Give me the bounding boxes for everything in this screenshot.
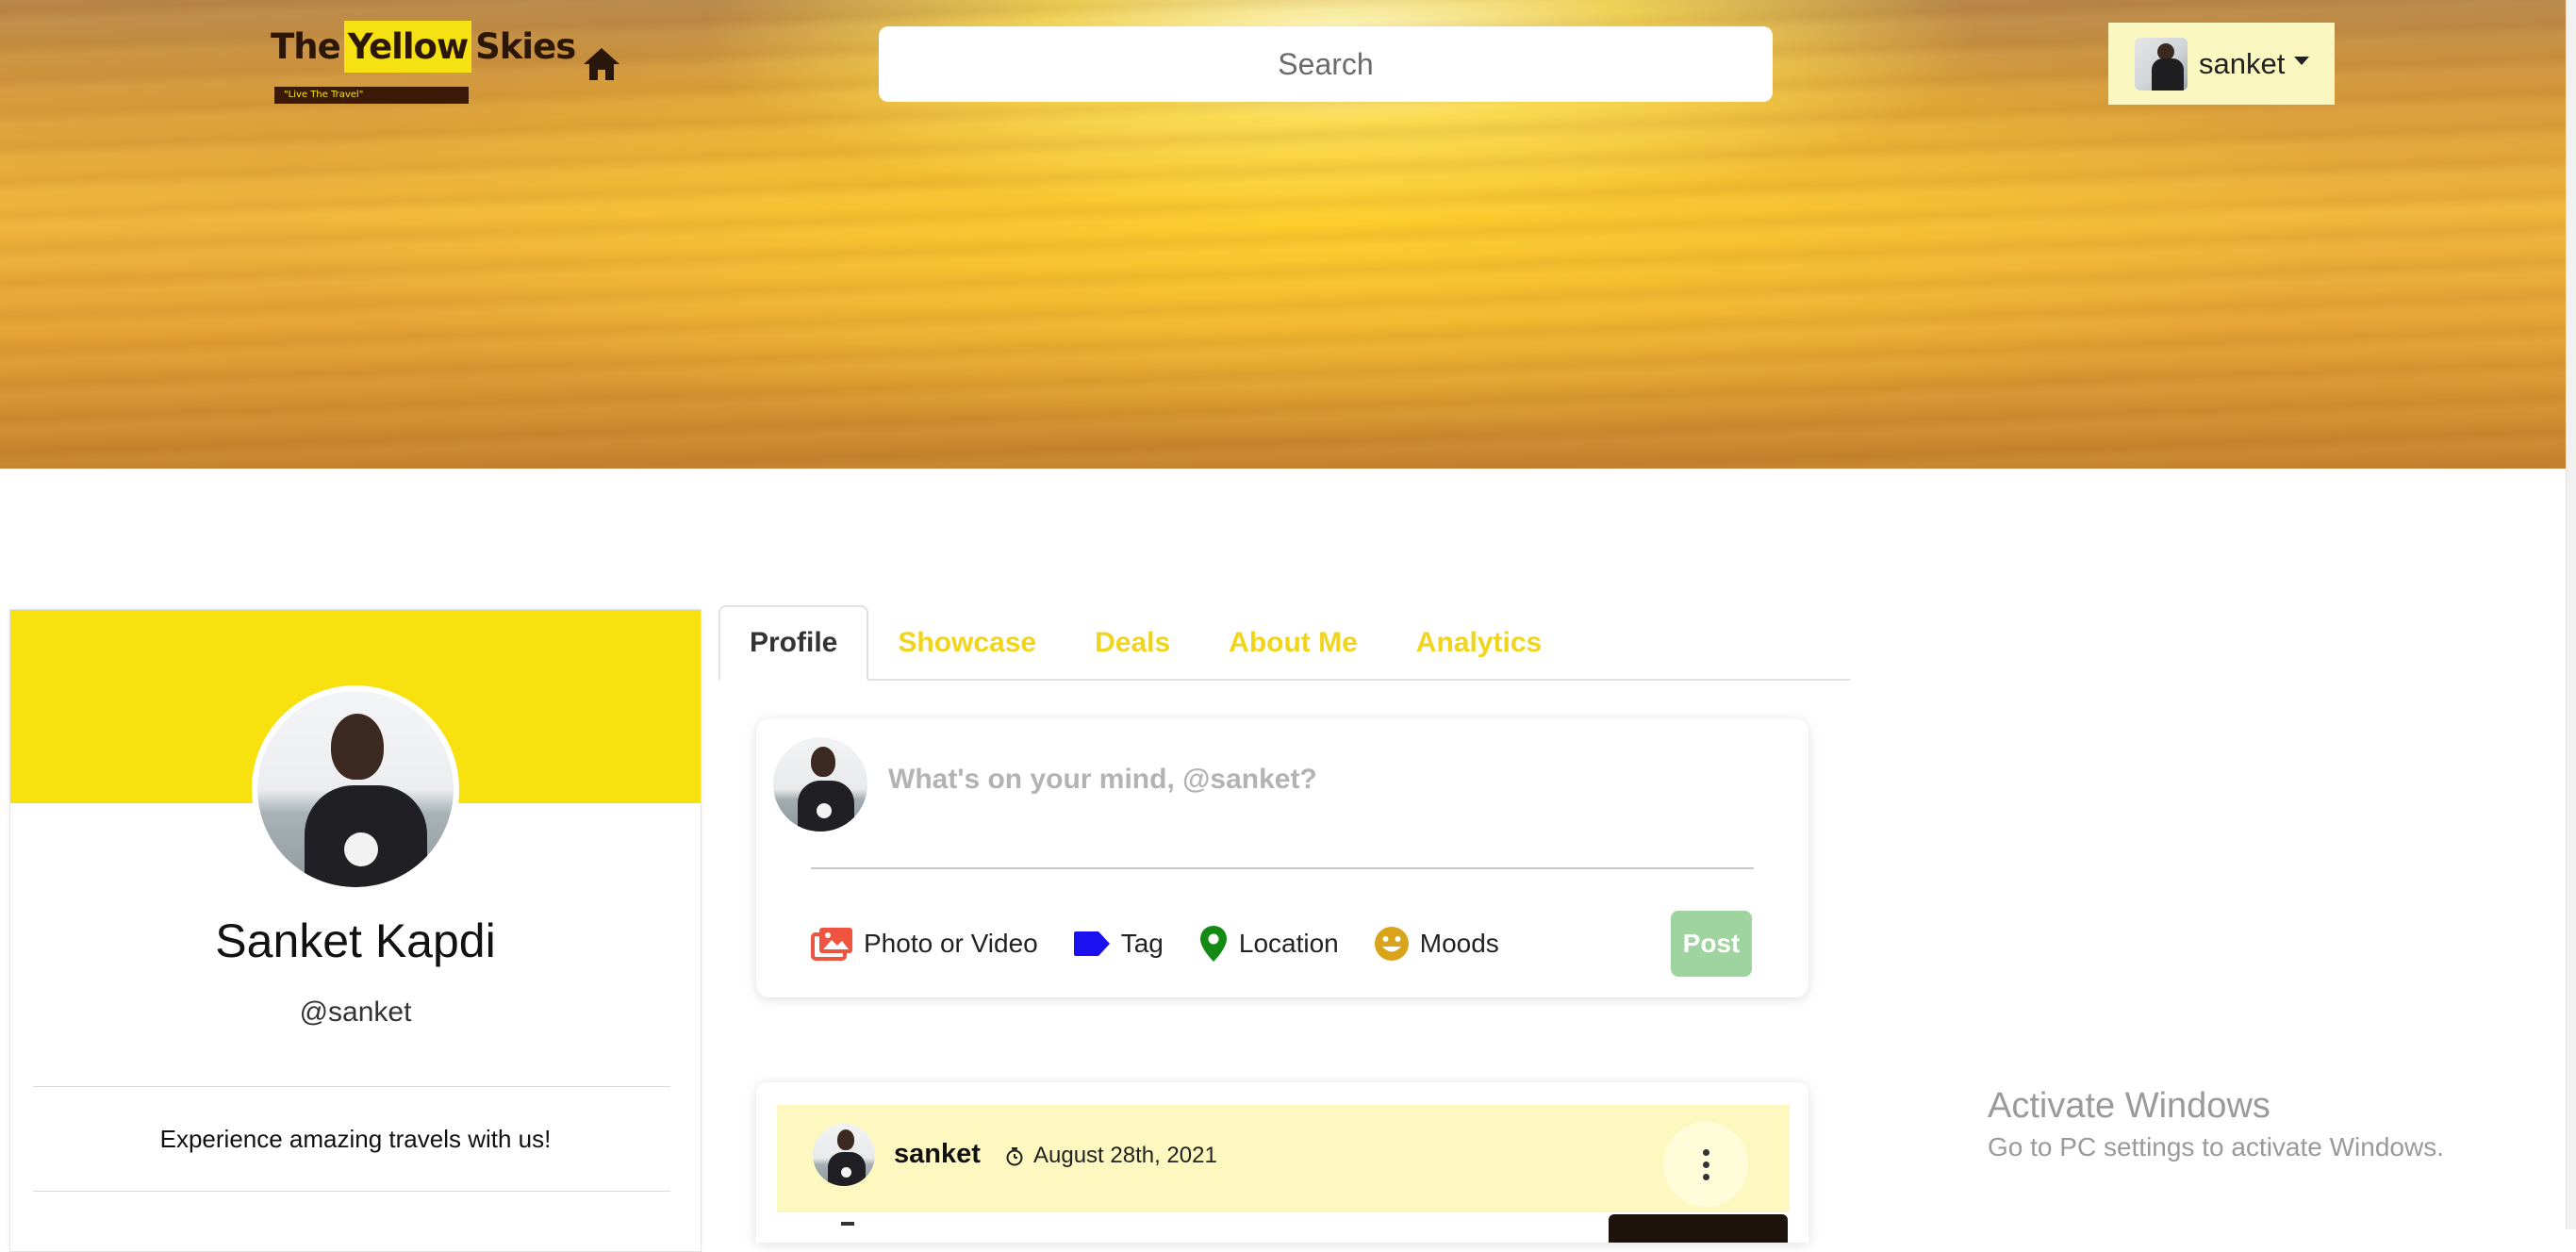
- profile-full-name: Sanket Kapdi: [215, 914, 496, 967]
- photo-video-button[interactable]: Photo or Video: [811, 925, 1038, 963]
- caret-down-icon: [2294, 57, 2310, 65]
- composer-actions: Photo or Video Tag Location Moods: [811, 924, 1533, 964]
- watermark-subtitle: Go to PC settings to activate Windows.: [1988, 1132, 2444, 1161]
- home-icon[interactable]: [582, 45, 621, 83]
- watermark-title: Activate Windows: [1988, 1086, 2271, 1126]
- more-vertical-icon[interactable]: [1663, 1122, 1748, 1207]
- profile-card: Sanket Kapdi @sanket Experience amazing …: [9, 609, 702, 1252]
- avatar: [773, 737, 867, 832]
- divider: [811, 867, 1754, 869]
- tab-analytics[interactable]: Analytics: [1387, 605, 1571, 681]
- composer-prompt-input[interactable]: What's on your mind, @sanket?: [888, 764, 1317, 796]
- post-username[interactable]: sanket: [894, 1139, 981, 1170]
- user-menu-username: sanket: [2199, 46, 2286, 80]
- avatar[interactable]: [813, 1124, 875, 1186]
- post-card: sanket August 28th, 2021: [756, 1082, 1808, 1243]
- page-scrollbar[interactable]: [2566, 0, 2576, 1229]
- location-label: Location: [1238, 929, 1339, 958]
- tab-about-me[interactable]: About Me: [1199, 605, 1387, 681]
- post-composer: What's on your mind, @sanket? Photo or V…: [756, 718, 1808, 997]
- moods-label: Moods: [1419, 929, 1499, 958]
- post-header: sanket August 28th, 2021: [777, 1105, 1790, 1212]
- tab-showcase[interactable]: Showcase: [868, 605, 1065, 681]
- search-input[interactable]: [879, 26, 1773, 102]
- moods-button[interactable]: Moods: [1373, 925, 1499, 963]
- post-button[interactable]: Post: [1671, 911, 1752, 977]
- site-logo[interactable]: The Yellow Skies "Live The Travel": [271, 8, 576, 104]
- post-action-button[interactable]: [1609, 1214, 1788, 1243]
- profile-handle: @sanket: [299, 997, 412, 1028]
- tab-deals[interactable]: Deals: [1065, 605, 1199, 681]
- tag-button[interactable]: Tag: [1072, 929, 1164, 959]
- location-button[interactable]: Location: [1197, 924, 1339, 964]
- avatar: [2135, 37, 2188, 91]
- location-pin-icon: [1199, 926, 1227, 962]
- post-date: August 28th, 2021: [1033, 1143, 1217, 1168]
- clock-icon: [1006, 1147, 1023, 1166]
- logo-wordmark: The Yellow Skies: [271, 8, 576, 85]
- logo-word-the: The: [271, 25, 341, 67]
- user-menu-dropdown[interactable]: sanket: [2108, 23, 2335, 105]
- smiley-icon: [1374, 927, 1409, 961]
- divider: [33, 1191, 670, 1192]
- divider: [33, 1086, 670, 1087]
- photo-video-label: Photo or Video: [864, 929, 1038, 958]
- profile-bio: Experience amazing travels with us!: [159, 1125, 552, 1153]
- tab-profile[interactable]: Profile: [718, 605, 869, 681]
- logo-word-yellow: Yellow: [343, 20, 472, 73]
- post-content-fragment: [841, 1222, 854, 1226]
- tag-label: Tag: [1120, 929, 1164, 958]
- activate-windows-watermark: Activate Windows Go to PC settings to ac…: [1988, 1086, 2444, 1162]
- photo-icon: [811, 928, 852, 961]
- profile-picture[interactable]: [252, 685, 459, 893]
- logo-tagline: "Live The Travel": [274, 87, 469, 104]
- logo-word-skies: Skies: [475, 25, 576, 67]
- tag-icon: [1073, 931, 1110, 956]
- profile-tabs: Profile Showcase Deals About Me Analytic…: [718, 601, 1850, 681]
